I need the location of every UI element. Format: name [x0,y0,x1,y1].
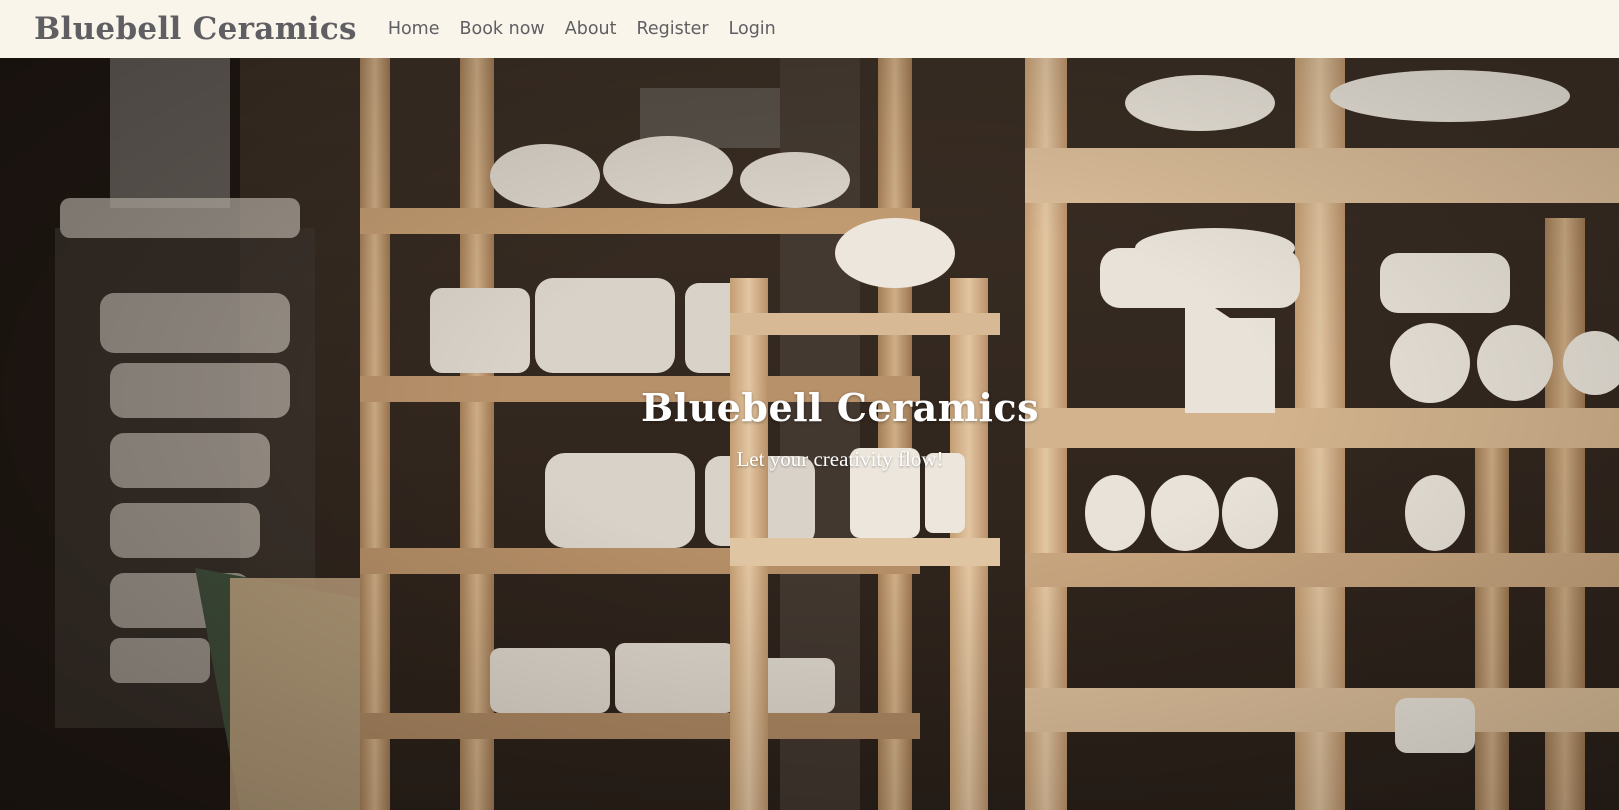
nav-links: Home Book now About Register Login [388,19,776,39]
nav-link-home[interactable]: Home [388,19,440,39]
nav-link-about[interactable]: About [565,19,617,39]
hero-dim-overlay [0,58,1619,810]
nav-link-login[interactable]: Login [729,19,776,39]
nav-link-register[interactable]: Register [636,19,708,39]
nav-link-book-now[interactable]: Book now [460,19,545,39]
hero-subtitle: Let your creativity flow! [736,447,944,471]
hero-section: Bluebell Ceramics Let your creativity fl… [0,58,1619,810]
hero-title: Bluebell Ceramics [641,385,1039,431]
top-navbar: Bluebell Ceramics Home Book now About Re… [0,0,1619,58]
brand-logo-link[interactable]: Bluebell Ceramics [34,11,357,47]
